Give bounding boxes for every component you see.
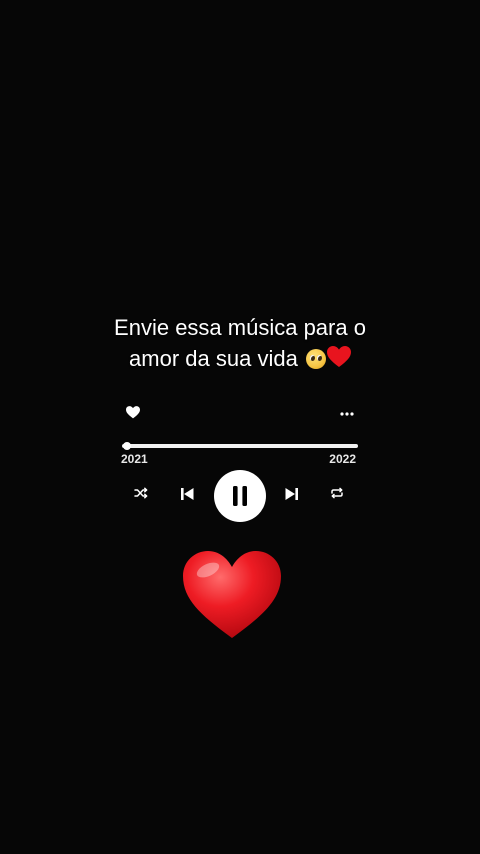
heart-icon[interactable] <box>126 406 140 419</box>
caption-line-1: Envie essa música para o <box>114 315 366 340</box>
progress-thumb[interactable] <box>122 442 131 450</box>
previous-button[interactable] <box>180 487 194 501</box>
previous-icon <box>181 488 194 500</box>
pleading-face-icon <box>305 349 326 369</box>
playback-controls <box>120 468 360 524</box>
elapsed-time: 2021 <box>121 452 148 466</box>
repeat-icon <box>331 487 343 499</box>
next-icon <box>285 488 298 500</box>
big-heart-icon <box>183 551 281 638</box>
repeat-button[interactable] <box>330 487 344 499</box>
total-time: 2022 <box>329 452 356 466</box>
pause-icon <box>233 486 247 506</box>
progress-track[interactable] <box>122 444 358 448</box>
next-button[interactable] <box>285 487 299 501</box>
pause-button[interactable] <box>214 470 266 522</box>
player-top-row <box>120 400 360 426</box>
shuffle-icon <box>134 487 148 499</box>
shuffle-button[interactable] <box>134 487 148 499</box>
caption: Envie essa música para o amor da sua vid… <box>0 312 480 374</box>
red-heart-icon <box>326 346 351 367</box>
caption-line-2: amor da sua vida <box>129 346 298 371</box>
caption-line-2-wrap: amor da sua vida <box>0 343 480 374</box>
more-icon[interactable] <box>340 412 354 416</box>
